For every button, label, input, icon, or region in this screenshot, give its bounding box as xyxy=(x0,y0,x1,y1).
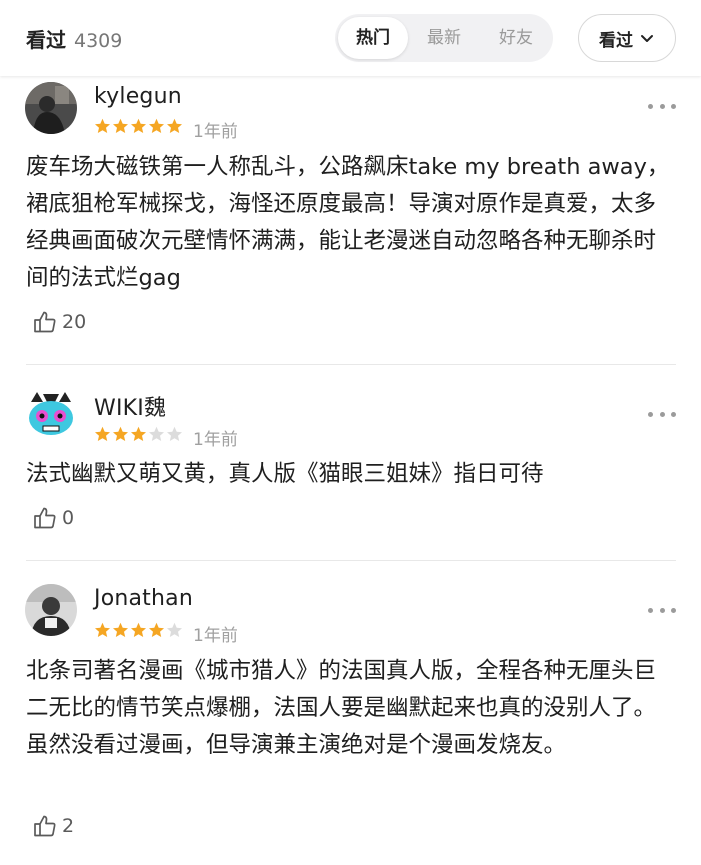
star-filled-icon xyxy=(131,118,146,133)
star-filled-icon xyxy=(113,622,128,637)
divider xyxy=(26,560,676,561)
thumbs-up-icon xyxy=(34,815,56,837)
rating-stars xyxy=(94,622,183,639)
star-filled-icon xyxy=(95,118,110,133)
username[interactable]: WIKI魏 xyxy=(94,390,166,422)
star-filled-icon xyxy=(113,118,128,133)
avatar[interactable] xyxy=(25,388,77,440)
avatar[interactable] xyxy=(25,584,77,636)
like-count: 2 xyxy=(62,815,75,837)
star-filled-icon xyxy=(113,426,128,441)
tab-hot[interactable]: 热门 xyxy=(338,17,408,59)
like-button[interactable]: 2 xyxy=(32,813,74,839)
avatar[interactable] xyxy=(25,82,77,134)
thumbs-up-icon xyxy=(34,507,56,529)
star-filled-icon xyxy=(95,426,110,441)
more-options-icon[interactable] xyxy=(648,605,676,615)
star-empty-icon xyxy=(149,426,164,441)
more-options-icon[interactable] xyxy=(648,409,676,419)
header-title-label: 看过 xyxy=(26,28,66,52)
review-time: 1年前 xyxy=(193,626,238,646)
review-content: 废车场大磁铁第一人称乱斗，公路飙床take my breath away，裙底狙… xyxy=(26,154,670,291)
review-count: 4309 xyxy=(74,30,123,52)
star-filled-icon xyxy=(149,622,164,637)
filter-tabs: 热门 最新 好友 xyxy=(335,14,553,62)
like-count: 0 xyxy=(62,507,75,529)
tab-latest[interactable]: 最新 xyxy=(409,17,479,59)
sort-dropdown-label: 看过 xyxy=(599,30,633,51)
rating-stars xyxy=(94,426,183,443)
review-time: 1年前 xyxy=(193,122,238,142)
star-filled-icon xyxy=(167,118,182,133)
comments-header: 看过 4309 热门 最新 好友 看过 xyxy=(0,0,701,76)
review-time: 1年前 xyxy=(193,430,238,450)
thumbs-up-icon xyxy=(34,311,56,333)
like-button[interactable]: 0 xyxy=(32,505,74,531)
tab-friends[interactable]: 好友 xyxy=(481,17,551,59)
sort-dropdown-button[interactable]: 看过 xyxy=(578,14,676,62)
review-content: 法式幽默又萌又黄，真人版《猫眼三姐妹》指日可待 xyxy=(26,461,544,487)
star-filled-icon xyxy=(95,622,110,637)
review-content: 北条司著名漫画《城市猎人》的法国真人版，全程各种无厘头巨二无比的情节笑点爆棚，法… xyxy=(26,658,657,758)
header-title: 看过 4309 xyxy=(26,24,122,53)
divider xyxy=(26,364,676,365)
star-empty-icon xyxy=(167,622,182,637)
username[interactable]: Jonathan xyxy=(94,586,193,611)
star-filled-icon xyxy=(149,118,164,133)
star-filled-icon xyxy=(131,622,146,637)
rating-stars xyxy=(94,118,183,135)
chevron-down-icon xyxy=(641,35,653,42)
star-filled-icon xyxy=(131,426,146,441)
more-options-icon[interactable] xyxy=(648,101,676,111)
like-count: 20 xyxy=(62,311,87,333)
like-button[interactable]: 20 xyxy=(32,309,86,335)
username[interactable]: kylegun xyxy=(94,84,182,109)
star-empty-icon xyxy=(167,426,182,441)
